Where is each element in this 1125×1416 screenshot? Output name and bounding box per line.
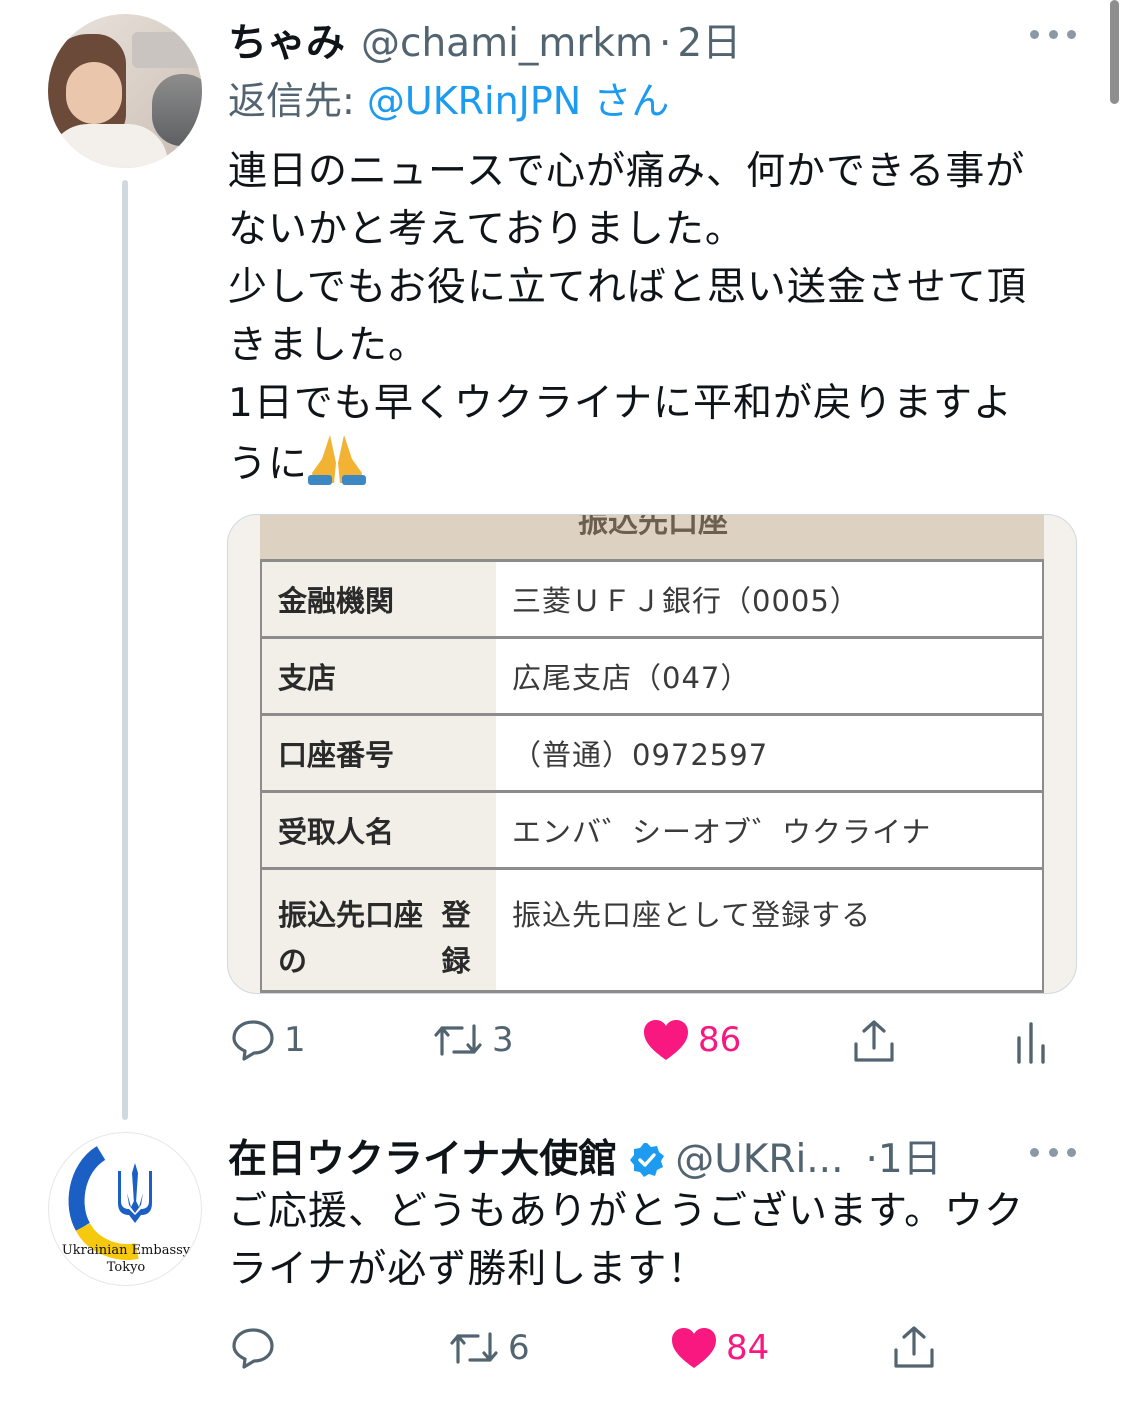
share-button[interactable] (850, 1018, 898, 1066)
attached-image[interactable]: 振込先口座 金融機関 三菱ＵＦＪ銀行（0005） 支店 広尾支店（047） 口座… (227, 514, 1077, 994)
share-icon (850, 1018, 898, 1066)
like-button[interactable]: 84 (670, 1326, 769, 1370)
reply-icon (230, 1326, 276, 1370)
scrollbar[interactable] (1110, 0, 1119, 104)
table-row: 口座番号 （普通）0972597 (262, 713, 1042, 790)
tweet-text-line: ご応援、どうもありがとうございます。ウク (228, 1189, 1025, 1234)
retweet-button[interactable]: 6 (448, 1326, 530, 1370)
avatar-caption-line1: Ukrainian Embassy (61, 1243, 191, 1258)
heart-filled-icon (642, 1018, 690, 1062)
retweet-icon (432, 1018, 484, 1062)
avatar-shirt (48, 124, 168, 168)
table-value: 三菱ＵＦＪ銀行（0005） (496, 562, 1042, 636)
tweet-text-line: 1日でも早くウクライナに平和が戻りますよ (228, 381, 1014, 426)
retweet-icon (448, 1326, 500, 1370)
like-button[interactable]: 86 (642, 1018, 741, 1062)
avatar[interactable] (48, 14, 202, 168)
table-value: 振込先口座として登録する (496, 870, 1042, 990)
image-header-text: 振込先口座 (578, 515, 728, 540)
verified-badge-icon (629, 1142, 665, 1178)
folded-hands-icon (308, 435, 367, 486)
tweet-text-line-content: うに (228, 442, 309, 487)
avatar-face (66, 62, 122, 124)
table-row: 金融機関 三菱ＵＦＪ銀行（0005） (262, 559, 1042, 636)
share-icon (890, 1324, 938, 1372)
avatar-cat (152, 74, 202, 146)
separator-dot: · (659, 21, 672, 66)
display-name[interactable]: 在日ウクライナ大使館 (228, 1128, 617, 1184)
reply-tweet-header: 在日ウクライナ大使館 @UKRi... ·1日 (228, 1128, 942, 1182)
account-table: 金融機関 三菱ＵＦＪ銀行（0005） 支店 広尾支店（047） 口座番号 （普通… (260, 559, 1044, 993)
reply-tweet-text: ご応援、どうもありがとうございます。ウク ライナが必ず勝利します！ (228, 1183, 1078, 1299)
reply-mention-handle: @UKRinJPN (366, 79, 582, 123)
table-label: 支店 (262, 639, 496, 713)
tweet-text-line: きました。 (228, 323, 429, 368)
reply-mention-link[interactable]: @UKRinJPN さん (367, 79, 669, 123)
reply-mention-suffix: さん (593, 79, 670, 123)
user-handle[interactable]: @UKRi... (675, 1137, 843, 1182)
heart-filled-icon (670, 1326, 718, 1370)
table-label-line: 振込先口座の (278, 898, 424, 978)
table-label: 受取人名 (262, 793, 496, 867)
tweet-text-line: ライナが必ず勝利します！ (228, 1247, 708, 1292)
avatar-background (132, 32, 202, 68)
reply-icon (230, 1018, 276, 1062)
retweet-count: 3 (492, 1020, 514, 1060)
share-button[interactable] (890, 1324, 938, 1372)
tweet-text-line-last: うに (228, 433, 1078, 494)
like-count: 86 (698, 1020, 742, 1060)
timestamp[interactable]: 2日 (677, 12, 741, 68)
tweet-text-line: 少しでもお役に立てればと思い送金させて頂 (228, 265, 1027, 310)
table-value: エンバ゛シーオブ゛ウクライナ (496, 793, 1042, 867)
reply-to-line: 返信先: @UKRinJPN さん (228, 70, 669, 125)
retweet-count: 6 (508, 1328, 530, 1368)
table-row: 振込先口座の 登録 振込先口座として登録する (262, 867, 1042, 993)
table-label-line: 登録 (441, 898, 471, 978)
analytics-icon (1014, 1018, 1048, 1066)
display-name[interactable]: ちゃみ (228, 12, 345, 68)
more-options-icon[interactable] (1030, 1148, 1076, 1162)
table-value: 広尾支店（047） (496, 639, 1042, 713)
user-handle[interactable]: @chami_mrkm (361, 21, 653, 66)
reply-count: 1 (284, 1020, 306, 1060)
thread-line (122, 180, 128, 1120)
reply-button[interactable]: 1 (230, 1018, 306, 1062)
analytics-button[interactable] (1014, 1018, 1048, 1066)
embassy-avatar[interactable]: Ukrainian Embassy Tokyo (48, 1132, 202, 1286)
tweet-text: 連日のニュースで心が痛み、何かできる事が ないかと考えておりました。 少しでもお… (228, 143, 1078, 494)
reply-to-prefix: 返信先: (228, 79, 355, 123)
table-value: （普通）0972597 (496, 716, 1042, 790)
table-row: 支店 広尾支店（047） (262, 636, 1042, 713)
tweet-text-line: 連日のニュースで心が痛み、何かできる事が (228, 149, 1026, 194)
reply-button[interactable] (230, 1326, 276, 1370)
like-count: 84 (726, 1328, 770, 1368)
table-label: 振込先口座の 登録 (262, 870, 496, 990)
avatar-caption-line2: Tokyo (106, 1260, 146, 1275)
more-options-icon[interactable] (1030, 30, 1076, 44)
table-row: 受取人名 エンバ゛シーオブ゛ウクライナ (262, 790, 1042, 867)
timestamp[interactable]: ·1日 (865, 1128, 941, 1184)
table-label: 口座番号 (262, 716, 496, 790)
tweet-text-line: ないかと考えておりました。 (228, 207, 745, 252)
tweet-header: ちゃみ @chami_mrkm · 2日 (228, 12, 1045, 66)
retweet-button[interactable]: 3 (432, 1018, 514, 1062)
image-header-band: 振込先口座 (260, 515, 1044, 559)
table-label: 金融機関 (262, 562, 496, 636)
